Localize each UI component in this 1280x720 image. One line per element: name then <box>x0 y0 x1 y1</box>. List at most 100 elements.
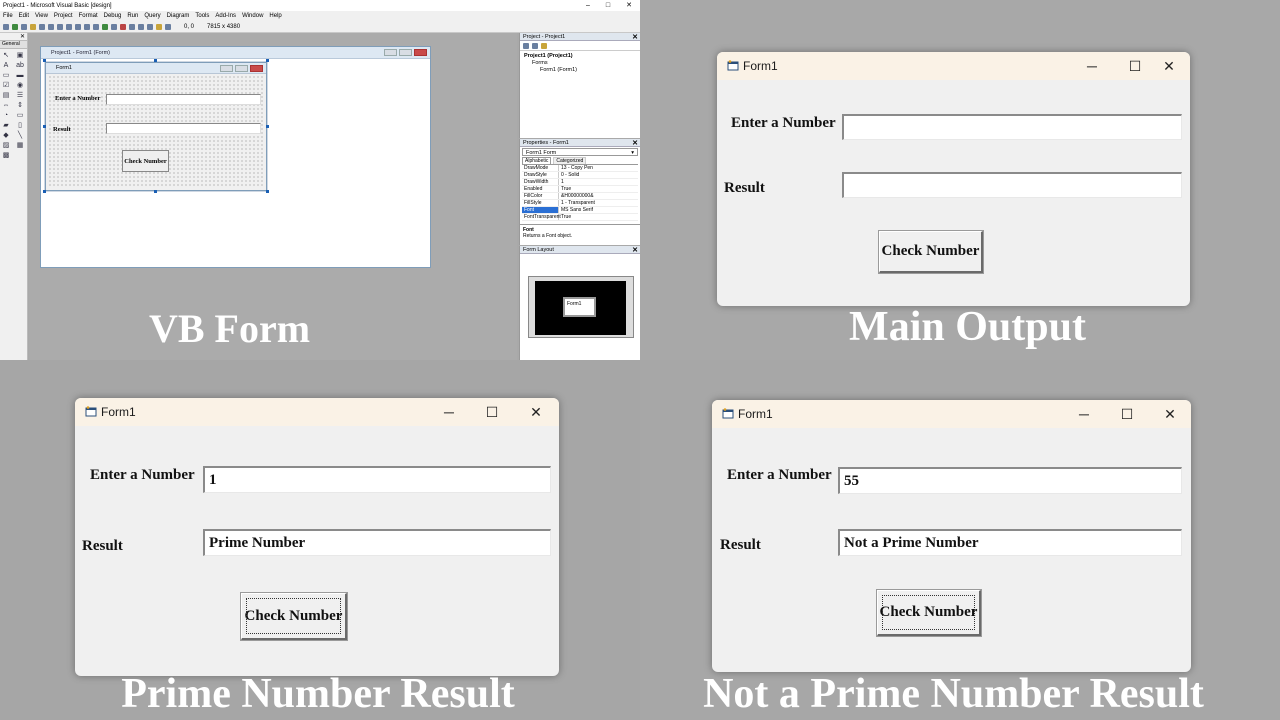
number-input[interactable]: 55 <box>838 467 1182 494</box>
toggle-folders-icon[interactable] <box>541 43 547 49</box>
check-number-button[interactable]: Check Number <box>879 231 983 273</box>
tab-categorized[interactable]: Categorized <box>553 157 587 164</box>
maximize-button[interactable]: ☐ <box>1116 404 1138 424</box>
form-layout-icon[interactable] <box>147 23 153 30</box>
vb-design-form[interactable]: Form1 Enter a Number Result Check Number <box>45 62 267 191</box>
menu-editor-icon[interactable] <box>21 23 27 30</box>
vscrollbar-icon[interactable]: ⇕ <box>15 101 25 110</box>
designer-close-button[interactable] <box>414 49 427 56</box>
close-button[interactable]: ✕ <box>1159 404 1181 424</box>
menu-format[interactable]: Format <box>79 13 98 19</box>
view-code-icon[interactable] <box>523 43 529 49</box>
drivelistbox-icon[interactable]: ▭ <box>15 111 25 120</box>
filelistbox-icon[interactable]: ▯ <box>15 121 25 130</box>
property-row[interactable]: FontTransparent True <box>522 214 638 221</box>
check-number-button[interactable]: Check Number <box>241 593 347 640</box>
properties-close-icon[interactable]: ✕ <box>632 139 638 147</box>
vb-textbox-result[interactable] <box>106 123 261 134</box>
resize-handle-left[interactable] <box>43 125 46 128</box>
object-selector[interactable]: Form1 Form <box>526 150 556 156</box>
resize-handle-bottom-left[interactable] <box>43 190 46 193</box>
toolbox-general-tab[interactable]: General <box>0 41 27 49</box>
optionbutton-icon[interactable]: ◉ <box>15 81 25 90</box>
menu-help[interactable]: Help <box>269 13 281 19</box>
menu-query[interactable]: Query <box>144 13 160 19</box>
find-icon[interactable] <box>75 23 81 30</box>
ide-close-button[interactable]: ✕ <box>626 0 632 11</box>
property-row[interactable]: DrawStyle 0 - Solid <box>522 172 638 179</box>
label-icon[interactable]: A <box>1 61 11 70</box>
property-row[interactable]: FillColor &H00000000& <box>522 193 638 200</box>
resize-handle-bottom[interactable] <box>154 190 157 193</box>
number-input[interactable] <box>842 114 1182 140</box>
open-icon[interactable] <box>30 23 36 30</box>
checkbox-icon[interactable]: ☑ <box>1 81 11 90</box>
dirlistbox-icon[interactable]: ▰ <box>1 121 11 130</box>
maximize-button[interactable]: ☐ <box>481 402 503 422</box>
property-row[interactable]: DrawWidth 1 <box>522 179 638 186</box>
menu-tools[interactable]: Tools <box>195 13 209 19</box>
toolbox-close-icon[interactable]: ✕ <box>20 33 25 40</box>
combobox-icon[interactable]: ▤ <box>1 91 11 100</box>
tree-form1-item[interactable]: Form1 (Form1) <box>524 67 636 74</box>
menu-add-ins[interactable]: Add-Ins <box>215 13 236 19</box>
minimize-button[interactable]: ─ <box>438 402 460 422</box>
chevron-down-icon[interactable]: ▾ <box>631 150 634 156</box>
timer-icon[interactable]: ◔ <box>1 111 11 120</box>
vb-textbox-number[interactable] <box>106 94 261 105</box>
data-icon[interactable]: ▦ <box>15 141 25 150</box>
result-field[interactable] <box>842 172 1182 198</box>
run-icon[interactable] <box>102 23 108 30</box>
resize-handle-top[interactable] <box>154 59 157 62</box>
toolbox-icon[interactable] <box>165 23 171 30</box>
ole-icon[interactable]: ▩ <box>1 151 11 160</box>
tree-forms-folder[interactable]: Forms <box>524 60 636 67</box>
cut-icon[interactable] <box>48 23 54 30</box>
menu-file[interactable]: File <box>3 13 13 19</box>
menu-edit[interactable]: Edit <box>19 13 29 19</box>
close-button[interactable]: ✕ <box>525 402 547 422</box>
tab-alphabetic[interactable]: Alphabetic <box>522 157 552 164</box>
designer-maximize-button[interactable] <box>399 49 412 56</box>
menu-view[interactable]: View <box>35 13 48 19</box>
line-icon[interactable]: ╲ <box>15 131 25 140</box>
undo-icon[interactable] <box>84 23 90 30</box>
maximize-button[interactable]: ☐ <box>1124 56 1146 76</box>
project-panel-close-icon[interactable]: ✕ <box>632 33 638 41</box>
properties-icon[interactable] <box>138 23 144 30</box>
result-field[interactable]: Not a Prime Number <box>838 529 1182 556</box>
menu-debug[interactable]: Debug <box>104 13 122 19</box>
menu-window[interactable]: Window <box>242 13 263 19</box>
textbox-icon[interactable]: ab <box>15 61 25 70</box>
paste-icon[interactable] <box>66 23 72 30</box>
add-form-icon[interactable] <box>12 23 18 30</box>
tree-project-root[interactable]: Project1 (Project1) <box>524 53 636 60</box>
listbox-icon[interactable]: ☰ <box>15 91 25 100</box>
ide-maximize-button[interactable]: □ <box>606 0 610 11</box>
resize-handle-bottom-right[interactable] <box>266 190 269 193</box>
stop-icon[interactable] <box>120 23 126 30</box>
object-browser-icon[interactable] <box>156 23 162 30</box>
copy-icon[interactable] <box>57 23 63 30</box>
check-number-button[interactable]: Check Number <box>877 590 981 636</box>
shape-icon[interactable]: ◆ <box>1 131 11 140</box>
menu-project[interactable]: Project <box>54 13 73 19</box>
property-row[interactable]: FillStyle 1 - Transparent <box>522 200 638 207</box>
pause-icon[interactable] <box>111 23 117 30</box>
close-button[interactable]: ✕ <box>1158 56 1180 76</box>
minimize-button[interactable]: ─ <box>1073 404 1095 424</box>
number-input[interactable]: 1 <box>203 466 551 493</box>
frame-icon[interactable]: ▭ <box>1 71 11 80</box>
designer-minimize-button[interactable] <box>384 49 397 56</box>
property-row[interactable]: Enabled True <box>522 186 638 193</box>
resize-handle-top-right[interactable] <box>266 59 269 62</box>
vb-label-enter[interactable]: Enter a Number <box>55 95 100 102</box>
minimize-button[interactable]: ─ <box>1081 56 1103 76</box>
form-layout-close-icon[interactable]: ✕ <box>632 246 638 254</box>
save-icon[interactable] <box>39 23 45 30</box>
vb-check-button[interactable]: Check Number <box>122 150 169 172</box>
redo-icon[interactable] <box>93 23 99 30</box>
hscrollbar-icon[interactable]: ⇔ <box>1 101 11 110</box>
picturebox-icon[interactable]: ▣ <box>15 51 25 60</box>
resize-handle-top-left[interactable] <box>43 59 46 62</box>
